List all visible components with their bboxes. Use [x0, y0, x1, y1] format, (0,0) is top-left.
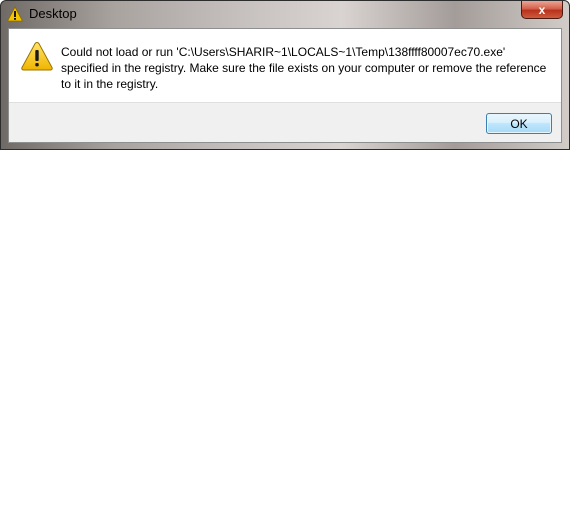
dialog-client-area: Could not load or run 'C:\Users\SHARIR~1…: [8, 28, 562, 143]
error-message: Could not load or run 'C:\Users\SHARIR~1…: [61, 45, 547, 91]
warning-icon: [21, 41, 53, 71]
close-button[interactable]: x: [521, 1, 563, 19]
close-icon: x: [538, 2, 546, 17]
warning-icon: [7, 6, 23, 22]
message-panel: Could not load or run 'C:\Users\SHARIR~1…: [9, 29, 561, 103]
ok-button[interactable]: OK: [486, 113, 552, 134]
title-bar[interactable]: Desktop x: [1, 1, 569, 27]
window-title: Desktop: [29, 6, 77, 21]
message-dialog: Desktop x Could not load or run 'C:\User…: [0, 0, 570, 150]
